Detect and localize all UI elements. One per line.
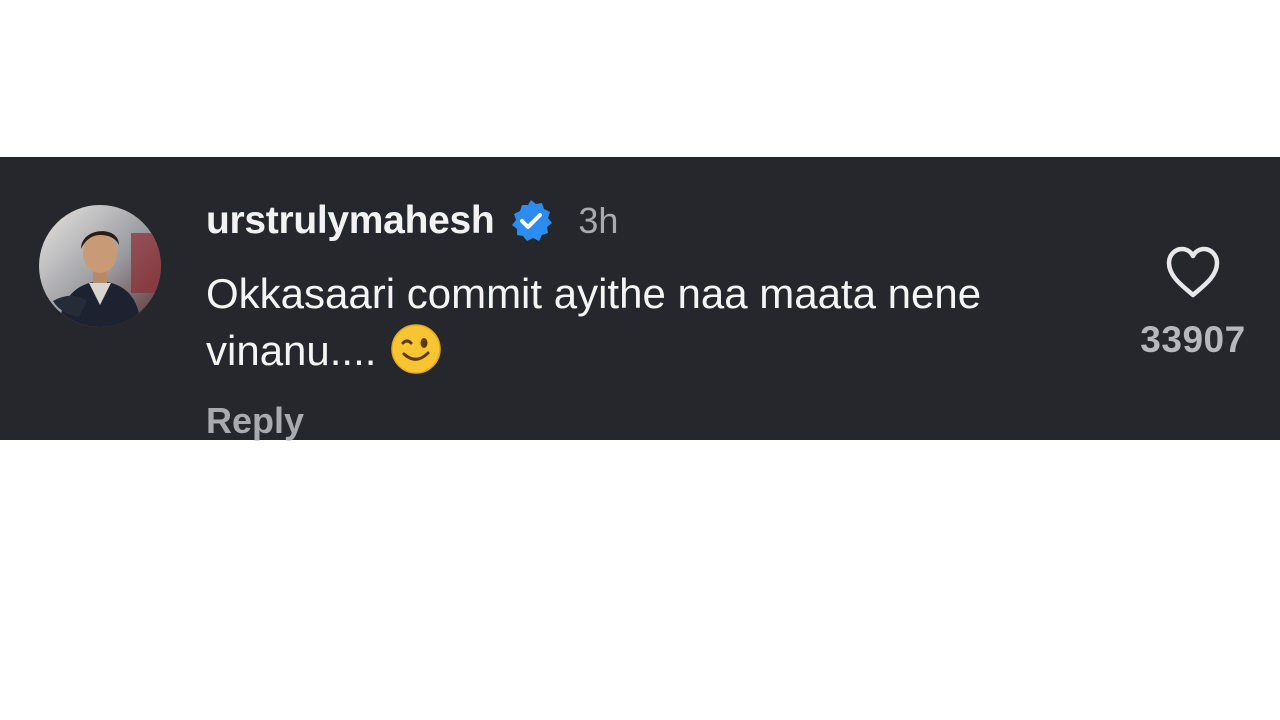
winking-face-icon xyxy=(390,323,442,375)
verified-badge-icon xyxy=(508,198,554,244)
comment-text-content: Okkasaari commit ayithe naa maata nene v… xyxy=(206,270,982,374)
heart-outline-icon[interactable] xyxy=(1164,245,1222,299)
reply-button[interactable]: Reply xyxy=(206,400,304,442)
comment-text: Okkasaari commit ayithe naa maata nene v… xyxy=(206,265,1106,379)
timestamp: 3h xyxy=(578,200,619,241)
avatar-image xyxy=(39,205,161,327)
like-area: 33907 xyxy=(1120,245,1266,361)
comment-body: urstrulymahesh 3h Okkasaari commit ayith… xyxy=(206,195,1106,379)
username[interactable]: urstrulymahesh xyxy=(206,199,495,243)
page: urstrulymahesh 3h Okkasaari commit ayith… xyxy=(0,0,1280,720)
avatar[interactable] xyxy=(39,205,161,327)
comment-header: urstrulymahesh 3h xyxy=(206,195,1106,247)
like-count: 33907 xyxy=(1140,319,1246,360)
